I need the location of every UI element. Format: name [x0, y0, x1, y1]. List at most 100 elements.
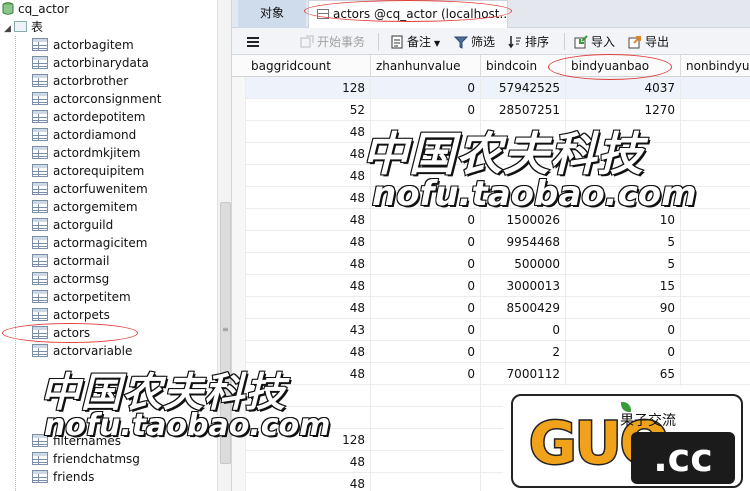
cell-zhanhunvalue[interactable] — [371, 429, 481, 451]
row-selector[interactable] — [232, 77, 246, 99]
table-row[interactable]: 48 0 3000013 15 — [232, 275, 750, 297]
table-row[interactable]: 48 0 8500429 90 — [232, 297, 750, 319]
cell-zhanhunvalue[interactable]: 0 — [371, 319, 481, 341]
column-header-bindcoin[interactable]: bindcoin — [481, 55, 566, 77]
cell-baggridcount[interactable]: 48 — [246, 209, 371, 231]
cell-nonbindyuanba[interactable]: 1 — [681, 77, 750, 99]
tree-item-actorbagitem[interactable]: actorbagitem — [32, 36, 134, 54]
row-selector[interactable] — [232, 451, 246, 473]
table-row[interactable]: 12805794252540371 — [232, 77, 750, 99]
note-button[interactable]: 备注 ▼ — [390, 32, 440, 52]
import-button[interactable]: 导入 — [574, 32, 615, 52]
column-header-bindyuanbao[interactable]: bindyuanbao — [566, 55, 681, 77]
row-selector[interactable] — [232, 121, 246, 143]
tree-item-actorfuwenitem[interactable]: actorfuwenitem — [32, 180, 148, 198]
row-selector[interactable] — [232, 187, 246, 209]
tab-objects[interactable]: 对象 — [238, 0, 306, 28]
cell-bindcoin[interactable]: 8500429 — [481, 297, 566, 319]
row-selector[interactable] — [232, 253, 246, 275]
cell-bindcoin[interactable]: 3000013 — [481, 275, 566, 297]
cell-nonbindyuanba[interactable] — [681, 99, 750, 121]
tree-item-actors[interactable]: actors — [32, 324, 90, 342]
cell-zhanhunvalue[interactable]: 0 — [371, 77, 481, 99]
cell-nonbindyuanba[interactable] — [681, 363, 750, 385]
begin-transaction-button[interactable]: 开始事务 — [300, 32, 365, 52]
row-selector[interactable] — [232, 319, 246, 341]
cell-baggridcount[interactable]: 48 — [246, 253, 371, 275]
row-selector[interactable] — [232, 165, 246, 187]
cell-baggridcount[interactable]: 48 — [246, 165, 371, 187]
cell-bindyuanbao[interactable]: 5 — [566, 253, 681, 275]
cell-zhanhunvalue[interactable]: 0 — [371, 297, 481, 319]
tree-item-actorbrother[interactable]: actorbrother — [32, 72, 128, 90]
cell-bindcoin[interactable]: 0 — [481, 319, 566, 341]
cell-zhanhunvalue[interactable]: 0 — [371, 341, 481, 363]
tree-item-actordepotitem[interactable]: actordepotitem — [32, 108, 146, 126]
cell-bindyuanbao[interactable]: 65 — [566, 363, 681, 385]
tree-item-actorbinarydata[interactable]: actorbinarydata — [32, 54, 149, 72]
tree-item-actorconsignment[interactable]: actorconsignment — [32, 90, 161, 108]
cell-nonbindyuanba[interactable] — [681, 341, 750, 363]
tree-item-actorpets[interactable]: actorpets — [32, 306, 110, 324]
row-selector[interactable] — [232, 231, 246, 253]
row-selector[interactable] — [232, 143, 246, 165]
tree-item-friendchatmsg[interactable]: friendchatmsg — [32, 450, 140, 468]
cell-zhanhunvalue[interactable] — [371, 451, 481, 473]
cell-bindcoin[interactable]: 7000112 — [481, 363, 566, 385]
cell-bindcoin[interactable]: 2 — [481, 341, 566, 363]
cell-baggridcount[interactable]: 48 — [246, 231, 371, 253]
row-selector[interactable] — [232, 297, 246, 319]
cell-baggridcount[interactable]: 48 — [246, 275, 371, 297]
cell-bindcoin[interactable]: 9954468 — [481, 231, 566, 253]
cell-zhanhunvalue[interactable]: 0 — [371, 231, 481, 253]
table-row[interactable]: 43 0 0 0 — [232, 319, 750, 341]
cell-bindcoin[interactable]: 500000 — [481, 253, 566, 275]
export-button[interactable]: 导出 — [628, 32, 669, 52]
cell-bindyuanbao[interactable]: 0 — [566, 341, 681, 363]
cell-bindyuanbao[interactable]: 90 — [566, 297, 681, 319]
cell-nonbindyuanba[interactable] — [681, 143, 750, 165]
tree-item-actorequipitem[interactable]: actorequipitem — [32, 162, 144, 180]
tree-item-actorguild[interactable]: actorguild — [32, 216, 113, 234]
cell-nonbindyuanba[interactable] — [681, 319, 750, 341]
cell-baggridcount[interactable]: 48 — [246, 297, 371, 319]
dropdown-arrow-icon[interactable]: ▼ — [434, 39, 440, 48]
cell-baggridcount[interactable]: 48 — [246, 473, 371, 491]
tab-actors-table[interactable]: actors @cq_actor (localhost... — [308, 0, 508, 28]
cell-nonbindyuanba[interactable] — [681, 275, 750, 297]
cell-zhanhunvalue[interactable] — [371, 385, 481, 407]
tree-item-actormail[interactable]: actormail — [32, 252, 109, 270]
cell-baggridcount[interactable]: 43 — [246, 319, 371, 341]
tree-item-actorvariable[interactable]: actorvariable — [32, 342, 132, 360]
table-row[interactable]: 48 0 500000 5 — [232, 253, 750, 275]
cell-baggridcount[interactable]: 48 — [246, 143, 371, 165]
table-row[interactable]: 48 0 7000112 65 — [232, 363, 750, 385]
cell-zhanhunvalue[interactable] — [371, 407, 481, 429]
sort-button[interactable]: 排序 — [508, 32, 549, 52]
tree-group-node[interactable]: ◢ 表 — [4, 18, 43, 36]
cell-bindyuanbao[interactable]: 4037 — [566, 77, 681, 99]
tree-item-actormsg[interactable]: actormsg — [32, 270, 109, 288]
row-selector[interactable] — [232, 99, 246, 121]
cell-nonbindyuanba[interactable] — [681, 231, 750, 253]
cell-bindcoin[interactable]: 57942525 — [481, 77, 566, 99]
expand-arrow-icon[interactable]: ◢ — [4, 20, 14, 38]
cell-bindyuanbao[interactable]: 5 — [566, 231, 681, 253]
cell-zhanhunvalue[interactable]: 0 — [371, 363, 481, 385]
cell-baggridcount[interactable]: 48 — [246, 187, 371, 209]
cell-zhanhunvalue[interactable] — [371, 473, 481, 491]
table-row[interactable]: 48 0 2 0 — [232, 341, 750, 363]
row-selector[interactable] — [232, 473, 246, 491]
tree-database-node[interactable]: cq_actor — [2, 0, 69, 18]
column-header-baggridcount[interactable]: baggridcount — [246, 55, 371, 77]
row-selector[interactable] — [232, 209, 246, 231]
tree-item-actorpetitem[interactable]: actorpetitem — [32, 288, 131, 306]
cell-baggridcount[interactable]: 48 — [246, 451, 371, 473]
tree-item-actormagicitem[interactable]: actormagicitem — [32, 234, 147, 252]
table-row[interactable]: 48 0 9954468 5 — [232, 231, 750, 253]
column-header-zhanhunvalue[interactable]: zhanhunvalue — [371, 55, 481, 77]
tree-item-actordiamond[interactable]: actordiamond — [32, 126, 136, 144]
tree-item-friends[interactable]: friends — [32, 468, 94, 486]
menu-button[interactable] — [246, 32, 263, 52]
cell-zhanhunvalue[interactable]: 0 — [371, 253, 481, 275]
